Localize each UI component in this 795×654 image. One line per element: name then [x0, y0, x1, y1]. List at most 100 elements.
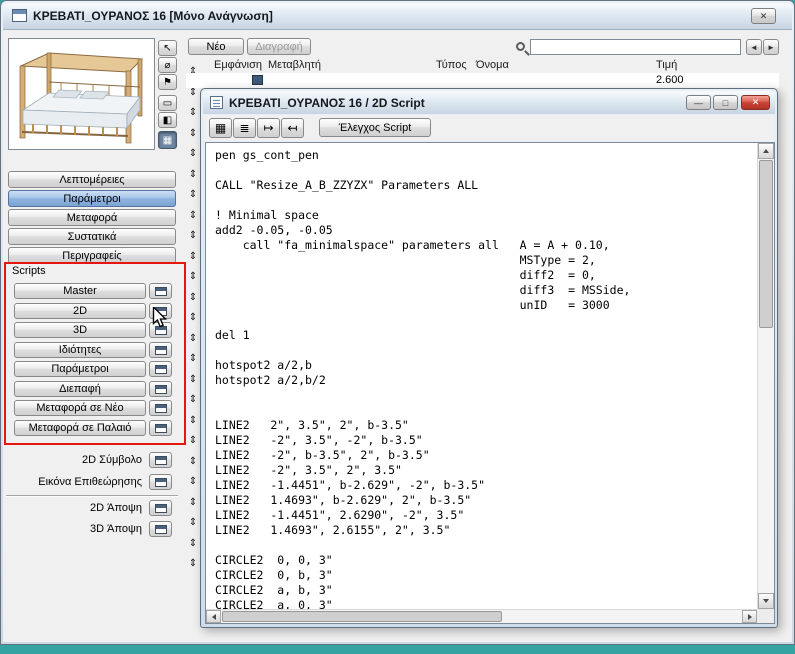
- column-header-variable[interactable]: Μεταβλητή: [268, 59, 321, 71]
- script-row-forward-migration: Μεταφορά σε Νέο: [14, 400, 172, 416]
- row-drag-handle[interactable]: ⇕: [186, 226, 200, 247]
- script-button-backward-migration[interactable]: Μεταφορά σε Παλαιό: [14, 420, 146, 436]
- 2d-view-label: 2D Άποψη: [90, 502, 142, 514]
- symbol-row-2d-symbol: 2D Σύμβολο: [8, 452, 172, 468]
- view-row-2d: 2D Άποψη: [8, 500, 172, 516]
- dot-grid-tool-button[interactable]: ▦: [209, 118, 232, 138]
- check-script-button[interactable]: Έλεγχος Script: [319, 118, 431, 137]
- nav-button-components[interactable]: Συστατικά: [8, 228, 176, 245]
- script-button-properties[interactable]: Ιδιότητες: [14, 342, 146, 358]
- row-drag-handle[interactable]: ⇕: [186, 411, 200, 432]
- script-button-master[interactable]: Master: [14, 283, 146, 299]
- script-open-window-button-2d[interactable]: [149, 303, 172, 319]
- nav-button-migration[interactable]: Μεταφορά: [8, 209, 176, 226]
- row-drag-handle[interactable]: ⇕: [186, 329, 200, 350]
- scroll-left-button[interactable]: [206, 610, 221, 623]
- script-open-window-button-properties[interactable]: [149, 342, 172, 358]
- outdent-tool-button[interactable]: ↤: [281, 118, 304, 138]
- symbol-row-preview-picture: Εικόνα Επιθεώρησης: [8, 474, 172, 490]
- row-drag-handle[interactable]: ⇕: [186, 472, 200, 493]
- nav-button-parameters[interactable]: Παράμετροι: [8, 190, 176, 207]
- script-open-window-button-forward-migration[interactable]: [149, 400, 172, 416]
- window-icon: [154, 455, 167, 465]
- script-window-titlebar[interactable]: ΚΡΕΒΑΤΙ_ΟΥΡΑΝΟΣ 16 / 2D Script — □ ✕: [203, 91, 775, 114]
- nav-button-details[interactable]: Λεπτομέρειες: [8, 171, 176, 188]
- list-tool-button[interactable]: ≣: [233, 118, 256, 138]
- find-next-button[interactable]: ►: [763, 39, 779, 55]
- row-drag-handle[interactable]: ⇕: [186, 513, 200, 534]
- row-drag-handle[interactable]: ⇕: [186, 534, 200, 555]
- script-open-window-button-3d[interactable]: [149, 322, 172, 338]
- scroll-right-button[interactable]: [742, 610, 757, 623]
- preview-box-tool[interactable]: ▭: [158, 95, 177, 111]
- script-open-window-button-backward-migration[interactable]: [149, 420, 172, 436]
- column-header-type[interactable]: Τύπος: [436, 59, 467, 71]
- column-header-value[interactable]: Τιμή: [656, 59, 677, 71]
- open-2d-symbol-window-button[interactable]: [149, 452, 172, 468]
- row-drag-handle[interactable]: ⇕: [186, 165, 200, 186]
- script-button-3d[interactable]: 3D: [14, 322, 146, 338]
- table-row[interactable]: 2.600: [186, 73, 779, 88]
- preview-ellipse-tool[interactable]: ⌀: [158, 57, 177, 73]
- script-button-forward-migration[interactable]: Μεταφορά σε Νέο: [14, 400, 146, 416]
- nav-button-descriptors[interactable]: Περιγραφείς: [8, 247, 176, 264]
- delete-parameter-button[interactable]: Διαγραφή: [247, 38, 311, 55]
- script-button-2d[interactable]: 2D: [14, 303, 146, 319]
- script-window-minimize-button[interactable]: —: [686, 95, 711, 110]
- main-close-button[interactable]: ✕: [751, 8, 776, 24]
- main-titlebar[interactable]: ΚΡΕΒΑΤΙ_ΟΥΡΑΝΟΣ 16 [Μόνο Ανάγνωση] ✕: [3, 3, 792, 29]
- script-code[interactable]: pen gs_cont_pen CALL "Resize_A_B_ZZYZX" …: [215, 148, 630, 613]
- row-drag-handle[interactable]: ⇕: [186, 206, 200, 227]
- row-drag-handle[interactable]: ⇕: [186, 103, 200, 124]
- find-previous-button[interactable]: ◄: [746, 39, 762, 55]
- indent-tool-button[interactable]: ↦: [257, 118, 280, 138]
- search-input[interactable]: [530, 39, 741, 55]
- window-icon: [154, 325, 167, 335]
- script-row-2d: 2D: [14, 303, 172, 319]
- script-editor-area[interactable]: pen gs_cont_pen CALL "Resize_A_B_ZZYZX" …: [205, 142, 775, 624]
- script-button-interface[interactable]: Διεπαφή: [14, 381, 146, 397]
- horizontal-scrollbar[interactable]: [206, 609, 757, 623]
- row-drag-handle[interactable]: ⇕: [186, 493, 200, 514]
- row-drag-handle[interactable]: ⇕: [186, 144, 200, 165]
- window-icon: [154, 384, 167, 394]
- main-window-title: ΚΡΕΒΑΤΙ_ΟΥΡΑΝΟΣ 16 [Μόνο Ανάγνωση]: [33, 9, 273, 23]
- script-window-maximize-button[interactable]: □: [713, 95, 738, 110]
- open-3d-view-window-button[interactable]: [149, 521, 172, 537]
- 3d-view-label: 3D Άποψη: [90, 523, 142, 535]
- preview-grid-tool[interactable]: ▦: [158, 131, 177, 149]
- scroll-down-button[interactable]: [758, 593, 774, 609]
- preview-pointer-tool[interactable]: ↖: [158, 40, 177, 56]
- row-drag-handle[interactable]: ⇕: [186, 124, 200, 145]
- vertical-scroll-thumb[interactable]: [759, 160, 773, 328]
- row-drag-handle[interactable]: ⇕: [186, 185, 200, 206]
- column-header-name[interactable]: Όνομα: [476, 59, 509, 71]
- row-drag-handle[interactable]: ⇕: [186, 390, 200, 411]
- preview-flag-tool[interactable]: ⚑: [158, 74, 177, 90]
- open-2d-view-window-button[interactable]: [149, 500, 172, 516]
- row-drag-handle[interactable]: ⇕: [186, 370, 200, 391]
- window-icon: [154, 306, 167, 316]
- script-button-parameters[interactable]: Παράμετροι: [14, 361, 146, 377]
- row-drag-handle[interactable]: ⇕: [186, 349, 200, 370]
- row-drag-handle[interactable]: ⇕: [186, 554, 200, 575]
- row-drag-handle[interactable]: ⇕: [186, 431, 200, 452]
- script-open-window-button-master[interactable]: [149, 283, 172, 299]
- left-panel-separator: [6, 495, 178, 497]
- row-drag-handle[interactable]: ⇕: [186, 267, 200, 288]
- horizontal-scroll-thumb[interactable]: [222, 611, 502, 622]
- new-parameter-button[interactable]: Νέο: [188, 38, 244, 55]
- script-window-close-button[interactable]: ✕: [741, 95, 770, 110]
- script-open-window-button-parameters[interactable]: [149, 361, 172, 377]
- row-drag-handle[interactable]: ⇕: [186, 247, 200, 268]
- row-drag-handle[interactable]: ⇕: [186, 308, 200, 329]
- scroll-up-button[interactable]: [758, 143, 774, 159]
- column-header-display[interactable]: Εμφάνιση: [214, 59, 262, 71]
- row-drag-handle[interactable]: ⇕: [186, 452, 200, 473]
- preview-shaded-box-tool[interactable]: ◧: [158, 112, 177, 128]
- open-preview-picture-window-button[interactable]: [149, 474, 172, 490]
- vertical-scrollbar[interactable]: [757, 143, 774, 609]
- window-icon: [154, 477, 167, 487]
- row-drag-handle[interactable]: ⇕: [186, 288, 200, 309]
- script-open-window-button-interface[interactable]: [149, 381, 172, 397]
